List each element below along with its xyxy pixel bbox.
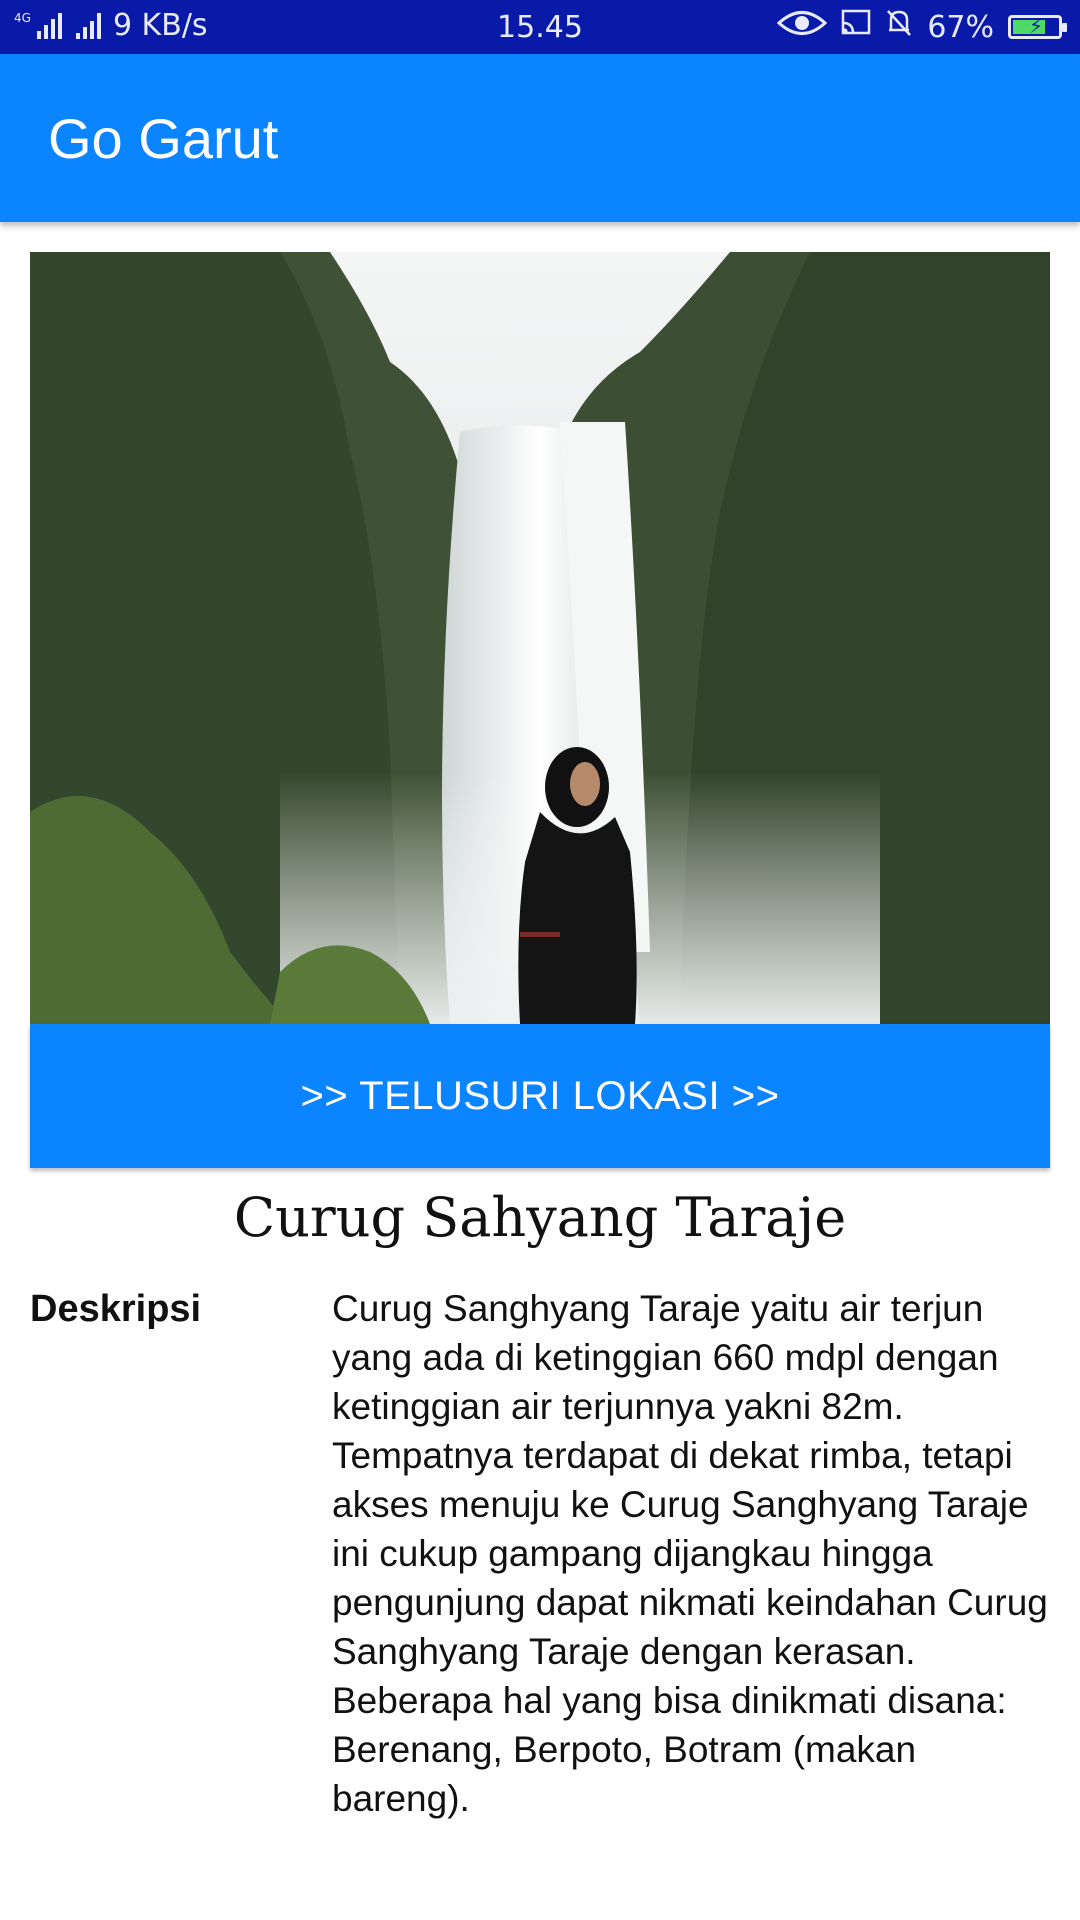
- bell-off-icon: [885, 8, 913, 46]
- description-label: Deskripsi: [30, 1288, 202, 1330]
- battery-percent: 67%: [927, 9, 994, 45]
- app-title: Go Garut: [48, 107, 279, 170]
- battery-icon: ⚡: [1008, 14, 1067, 39]
- status-right: 67% ⚡: [777, 8, 1067, 46]
- description-text: Curug Sanghyang Taraje yaitu air terjun …: [332, 1288, 1048, 1819]
- place-title: Curug Sahyang Taraje: [233, 1186, 847, 1249]
- status-bar: 4G 9 KB/s 15.45 67% ⚡: [0, 0, 1080, 54]
- eye-icon: [777, 8, 828, 46]
- place-photo: [30, 252, 1050, 1024]
- app-bar: Go Garut: [0, 54, 1080, 222]
- cast-icon: [841, 9, 871, 45]
- explore-location-button[interactable]: >> TELUSURI LOKASI >>: [30, 1024, 1050, 1168]
